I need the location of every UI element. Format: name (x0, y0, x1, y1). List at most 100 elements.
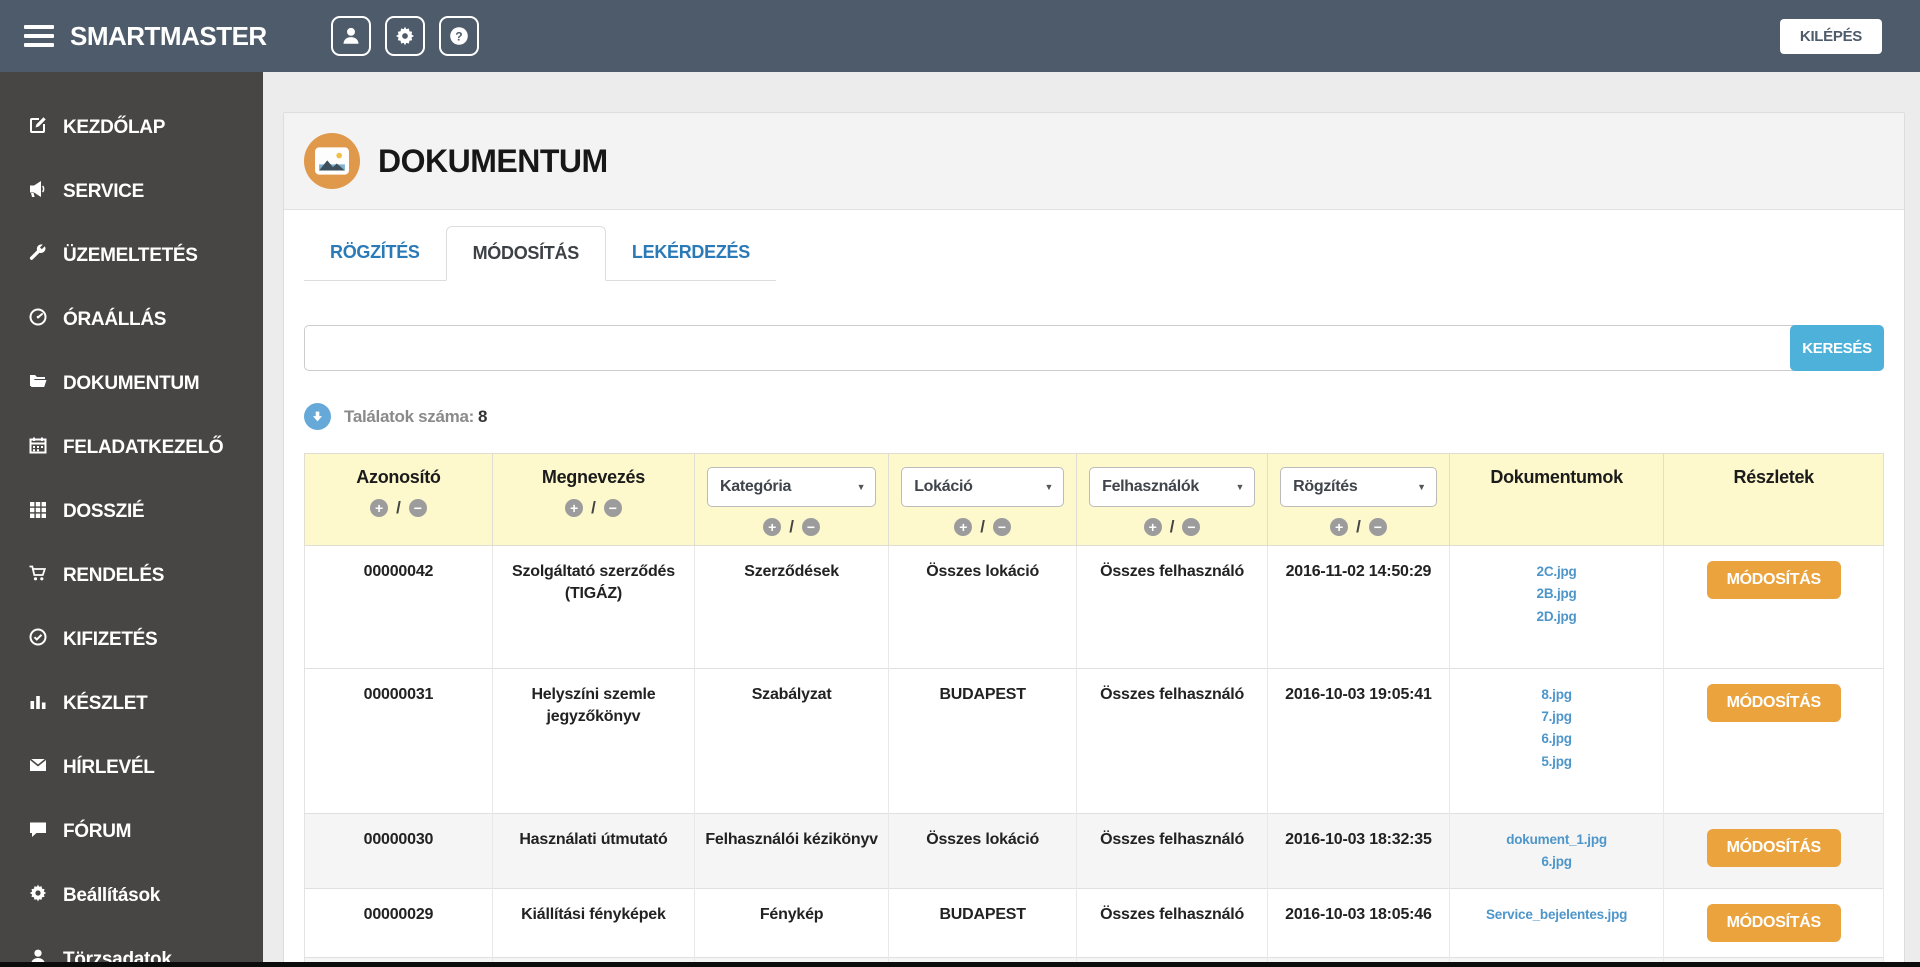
search-button[interactable]: KERESÉS (1790, 325, 1884, 371)
modify-button[interactable]: MÓDOSÍTÁS (1706, 904, 1841, 943)
tab-rogzites[interactable]: RÖGZÍTÉS (304, 226, 446, 280)
tab-modositas[interactable]: MÓDOSÍTÁS (445, 226, 606, 281)
sidebar-item-rendeles[interactable]: RENDELÉS (0, 544, 263, 608)
sidebar-item-oraallas[interactable]: ÓRAÁLLÁS (0, 288, 263, 352)
sort-descending-button[interactable]: − (603, 499, 622, 517)
document-link[interactable]: 6.jpg (1458, 728, 1656, 750)
sidebar-item-kifizetes[interactable]: KIFIZETÉS (0, 608, 263, 672)
sort-slash: / (591, 498, 596, 517)
sidebar-item-forum[interactable]: FÓRUM (0, 800, 263, 864)
chevron-down-icon: ▼ (1235, 482, 1245, 492)
id-cell: 00000030 (304, 812, 493, 889)
help-button[interactable]: ? (438, 16, 479, 56)
column-header-lokacio: Lokáció ▼ + / − (888, 453, 1078, 546)
sort-descending-button[interactable]: − (1182, 518, 1201, 536)
table-body: 00000042 Szolgáltató szerződés (TIGÁZ) Sze… (304, 545, 1884, 967)
search-input[interactable] (304, 325, 1794, 371)
users-cell: Összes felhasználó (1076, 667, 1269, 814)
category-cell: Fénykép (694, 888, 890, 958)
users-cell: Összes felhasználó (1076, 888, 1269, 958)
page-title: DOKUMENTUM (378, 142, 608, 179)
lokacio-filter-dropdown[interactable]: Lokáció ▼ (901, 467, 1065, 507)
content-panel: DOKUMENTUM RÖGZÍTÉS MÓDOSÍTÁS LEKÉRDEZÉS… (283, 112, 1905, 967)
document-link[interactable]: dokument_1.jpg (1458, 829, 1656, 851)
sidebar-item-label: KIFIZETÉS (63, 629, 158, 650)
details-cell: MÓDOSÍTÁS (1663, 667, 1884, 814)
sidebar-item-keszlet[interactable]: KÉSZLET (0, 672, 263, 736)
sort-descending-button[interactable]: − (408, 499, 427, 517)
table-row: 00000030 Használati útmutató Felhasználói … (304, 812, 1884, 889)
sidebar-item-beallitasok[interactable]: Beállítások (0, 864, 263, 928)
sidebar-item-service[interactable]: SERVICE (0, 160, 263, 224)
sidebar-item-kezdolap[interactable]: KEZDŐLAP (0, 96, 263, 160)
sidebar-item-label: RENDELÉS (63, 565, 165, 586)
document-link[interactable]: 2B.jpg (1458, 583, 1656, 605)
sort-ascending-button[interactable]: + (763, 518, 782, 536)
sidebar-item-label: DOSSZIÉ (63, 501, 145, 522)
felhasznalok-filter-dropdown[interactable]: Felhasználók ▼ (1089, 467, 1256, 507)
user-icon (343, 27, 359, 44)
sort-controls: + / − (701, 517, 882, 537)
sort-slash: / (396, 498, 401, 517)
document-link[interactable]: 2C.jpg (1458, 561, 1656, 583)
sort-ascending-button[interactable]: + (1330, 518, 1349, 536)
documents-table: Azonosító + / − Megnevezés + / − Kategória ▼ + / − Lo… (304, 453, 1884, 967)
sort-ascending-button[interactable]: + (370, 499, 389, 517)
envelope-icon (28, 755, 48, 781)
sort-ascending-button[interactable]: + (565, 499, 584, 517)
table-row: 00000042 Szolgáltató szerződés (TIGÁZ) Sze… (304, 545, 1884, 669)
column-header-kategoria: Kategória ▼ + / − (693, 453, 890, 546)
sidebar-item-feladatkezelo[interactable]: FELADATKEZELŐ (0, 416, 263, 480)
document-link[interactable]: 7.jpg (1458, 706, 1656, 728)
check-circle-icon (28, 627, 48, 653)
name-cell: Használati útmutató (492, 812, 696, 889)
modify-button[interactable]: MÓDOSÍTÁS (1706, 683, 1841, 722)
folder-open-icon (28, 371, 48, 397)
calendar-icon (28, 435, 48, 461)
document-link[interactable]: Service_bejelentes.jpg (1458, 904, 1656, 926)
document-link[interactable]: 6.jpg (1458, 851, 1656, 873)
details-cell: MÓDOSÍTÁS (1663, 888, 1884, 958)
sort-descending-button[interactable]: − (1368, 518, 1387, 536)
users-cell: Összes felhasználó (1076, 812, 1269, 889)
gear-icon (28, 883, 48, 909)
sort-controls: + / − (499, 498, 688, 518)
hamburger-menu-icon[interactable] (24, 20, 54, 52)
chevron-down-icon: ▼ (856, 482, 866, 492)
sidebar-item-label: SERVICE (63, 181, 144, 202)
topbar-actions: ? (330, 16, 479, 56)
sidebar-item-label: HÍRLEVÉL (63, 757, 155, 778)
sort-descending-button[interactable]: − (801, 518, 820, 536)
id-cell: 00000031 (304, 667, 493, 814)
modify-button[interactable]: MÓDOSÍTÁS (1706, 561, 1841, 599)
sidebar-item-uzemeltetes[interactable]: ÜZEMELTETÉS (0, 224, 263, 288)
table-header-row: Azonosító + / − Megnevezés + / − Kategória ▼ + / − Lo… (304, 453, 1884, 546)
sidebar-item-dosszie[interactable]: DOSSZIÉ (0, 480, 263, 544)
sort-slash: / (1356, 517, 1361, 536)
sort-descending-button[interactable]: − (993, 518, 1012, 536)
document-link[interactable]: 8.jpg (1458, 684, 1656, 706)
kategoria-filter-dropdown[interactable]: Kategória ▼ (707, 467, 877, 507)
settings-button[interactable] (384, 16, 425, 56)
arrow-down-circle-icon (304, 403, 331, 430)
document-link[interactable]: 5.jpg (1458, 751, 1656, 773)
sidebar-item-hirlevel[interactable]: HÍRLEVÉL (0, 736, 263, 800)
category-cell: Szabályzat (694, 667, 890, 814)
table-row: 00000029 Kiállítási fényképek Fénykép BUDAP… (304, 888, 1884, 958)
sort-ascending-button[interactable]: + (1143, 518, 1162, 536)
rogzites-filter-dropdown[interactable]: Rögzítés ▼ (1280, 467, 1437, 507)
gauge-icon (28, 307, 48, 333)
details-cell: MÓDOSÍTÁS (1663, 545, 1884, 669)
column-header-rogzites: Rögzítés ▼ + / − (1267, 453, 1450, 546)
sidebar-item-label: KEZDŐLAP (63, 117, 166, 138)
location-cell: Összes lokáció (888, 545, 1078, 669)
sort-ascending-button[interactable]: + (954, 518, 973, 536)
column-title: Részletek (1733, 467, 1815, 487)
logout-button[interactable]: KILÉPÉS (1779, 18, 1882, 54)
document-link[interactable]: 2D.jpg (1458, 606, 1656, 628)
sidebar-item-dokumentum[interactable]: DOKUMENTUM (0, 352, 263, 416)
profile-button[interactable] (330, 16, 371, 56)
sidebar-item-label: ÜZEMELTETÉS (63, 245, 198, 266)
tab-lekerdezes[interactable]: LEKÉRDEZÉS (606, 226, 776, 280)
modify-button[interactable]: MÓDOSÍTÁS (1706, 828, 1841, 867)
